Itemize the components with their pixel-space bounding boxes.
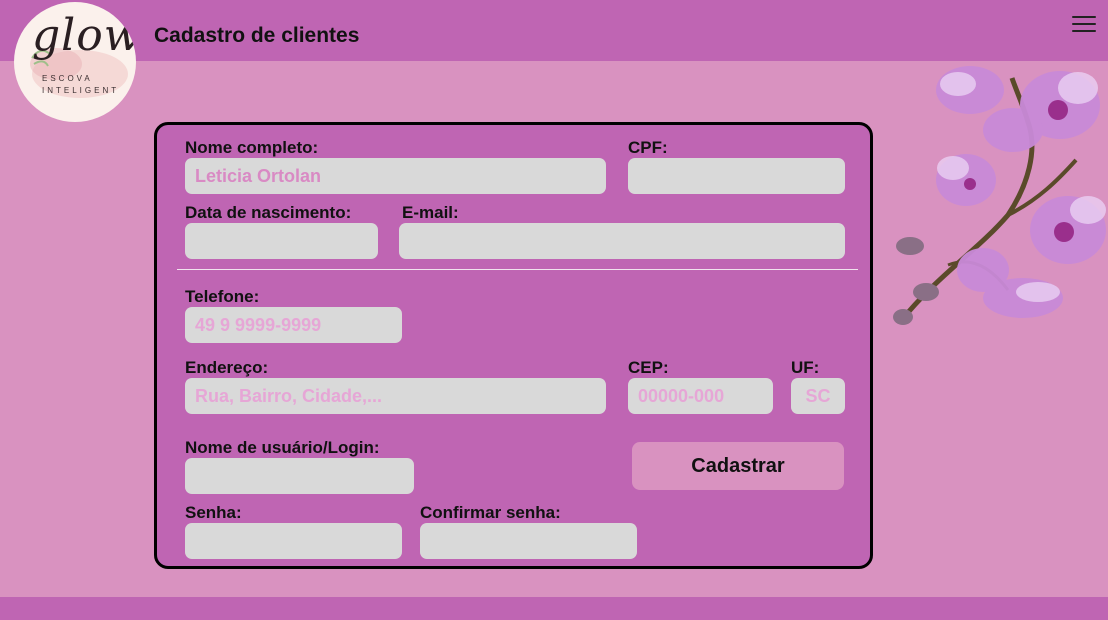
email-label: E-mail: bbox=[402, 203, 459, 222]
page-title: Cadastro de clientes bbox=[154, 24, 360, 47]
address-label: Endereço: bbox=[185, 358, 269, 377]
birthdate-input[interactable] bbox=[185, 223, 378, 259]
uf-input[interactable] bbox=[791, 378, 845, 414]
name-input[interactable] bbox=[185, 158, 606, 194]
orchid-flower-illustration bbox=[893, 66, 1106, 325]
phone-label: Telefone: bbox=[185, 287, 260, 306]
confirm-password-label: Confirmar senha: bbox=[420, 503, 561, 522]
confirm-password-input[interactable] bbox=[420, 523, 637, 559]
username-input[interactable] bbox=[185, 458, 414, 494]
bottom-bar bbox=[0, 597, 1108, 620]
birthdate-label: Data de nascimento: bbox=[185, 203, 352, 222]
password-input[interactable] bbox=[185, 523, 402, 559]
cep-label: CEP: bbox=[628, 358, 669, 377]
uf-label: UF: bbox=[791, 358, 820, 377]
client-registration-form: Nome completo: CPF: Data de nascimento: … bbox=[154, 122, 873, 569]
phone-input[interactable] bbox=[185, 307, 402, 343]
hamburger-menu-icon[interactable] bbox=[1071, 13, 1097, 35]
password-label: Senha: bbox=[185, 503, 242, 522]
name-label: Nome completo: bbox=[185, 138, 319, 157]
logo-wordmark: glow bbox=[32, 10, 136, 61]
brand-logo[interactable]: glow ESCOVA INTELIGENT bbox=[14, 2, 136, 122]
register-button[interactable]: Cadastrar bbox=[632, 442, 844, 490]
email-input[interactable] bbox=[399, 223, 845, 259]
cpf-label: CPF: bbox=[628, 138, 668, 157]
section-divider bbox=[177, 269, 858, 270]
address-input[interactable] bbox=[185, 378, 606, 414]
cpf-input[interactable] bbox=[628, 158, 845, 194]
cep-input[interactable] bbox=[628, 378, 773, 414]
logo-subtitle-line2: INTELIGENT bbox=[42, 86, 120, 95]
logo-subtitle-line1: ESCOVA bbox=[42, 74, 93, 83]
username-label: Nome de usuário/Login: bbox=[185, 438, 380, 457]
